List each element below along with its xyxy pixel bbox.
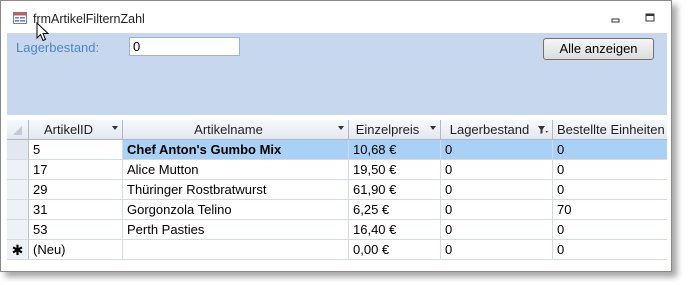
lagerbestand-label: Lagerbestand: [16, 40, 100, 55]
record-selector[interactable] [7, 160, 29, 180]
minimize-icon[interactable] [607, 11, 625, 25]
filter-icon[interactable] [537, 124, 549, 136]
cell-artikelid[interactable]: 31 [29, 200, 123, 220]
lagerbestand-input[interactable] [129, 37, 240, 56]
cell-artikelname-new[interactable] [123, 240, 349, 260]
cell-artikelid[interactable]: 17 [29, 160, 123, 180]
cell-artikelname[interactable]: Chef Anton's Gumbo Mix [123, 140, 349, 160]
form-icon [13, 12, 27, 24]
record-selector[interactable] [7, 220, 29, 240]
show-all-button[interactable]: Alle anzeigen [543, 38, 654, 60]
record-selector[interactable] [7, 140, 29, 160]
table-row[interactable]: 53 Perth Pasties 16,40 € 0 0 [7, 220, 667, 240]
cell-lagerbestand[interactable]: 0 [441, 220, 553, 240]
cell-bestellte-einheiten[interactable]: 0 [553, 180, 667, 200]
column-header-lagerbestand[interactable]: Lagerbestand [441, 120, 553, 140]
cell-bestellte-einheiten[interactable]: 0 [553, 220, 667, 240]
column-header-einzelpreis[interactable]: Einzelpreis [349, 120, 441, 140]
cell-einzelpreis[interactable]: 16,40 € [349, 220, 441, 240]
new-record-star-icon: ✱ [7, 240, 29, 260]
cell-einzelpreis[interactable]: 19,50 € [349, 160, 441, 180]
cell-lagerbestand[interactable]: 0 [441, 160, 553, 180]
record-selector[interactable] [7, 200, 29, 220]
cell-einzelpreis[interactable]: 10,68 € [349, 140, 441, 160]
sort-dropdown-icon[interactable] [338, 126, 344, 130]
new-record-row[interactable]: ✱ (Neu) 0,00 € 0 0 [7, 240, 667, 260]
cell-artikelname[interactable]: Thüringer Rostbratwurst [123, 180, 349, 200]
table-row[interactable]: 17 Alice Mutton 19,50 € 0 0 [7, 160, 667, 180]
table-row[interactable]: 29 Thüringer Rostbratwurst 61,90 € 0 0 [7, 180, 667, 200]
cell-lagerbestand[interactable]: 0 [441, 200, 553, 220]
table-row[interactable]: 31 Gorgonzola Telino 6,25 € 0 70 [7, 200, 667, 220]
header-row: ArtikelID Artikelname Einzelpreis Lagerb… [7, 120, 667, 140]
cell-einzelpreis-new[interactable]: 0,00 € [349, 240, 441, 260]
table-row[interactable]: 5 Chef Anton's Gumbo Mix 10,68 € 0 0 [7, 140, 667, 160]
column-header-bestellte-einheiten[interactable]: Bestellte Einheiten [553, 120, 667, 140]
column-header-artikelname[interactable]: Artikelname [123, 120, 349, 140]
cell-artikelname[interactable]: Perth Pasties [123, 220, 349, 240]
datasheet: ArtikelID Artikelname Einzelpreis Lagerb… [7, 120, 667, 260]
select-all-corner[interactable] [7, 120, 29, 140]
cell-bestellte-einheiten[interactable]: 0 [553, 160, 667, 180]
form-window: frmArtikelFilternZahl Lagerbestand: Alle… [0, 0, 672, 272]
cell-einzelpreis[interactable]: 6,25 € [349, 200, 441, 220]
cell-lagerbestand[interactable]: 0 [441, 140, 553, 160]
cell-bestellte-einheiten[interactable]: 0 [553, 140, 667, 160]
form-header: Lagerbestand: Alle anzeigen [7, 33, 667, 115]
cell-artikelname[interactable]: Gorgonzola Telino [123, 200, 349, 220]
sort-dropdown-icon[interactable] [430, 126, 436, 130]
column-header-artikelid[interactable]: ArtikelID [29, 120, 123, 140]
cell-artikelname[interactable]: Alice Mutton [123, 160, 349, 180]
cell-artikelid[interactable]: 53 [29, 220, 123, 240]
select-all-icon [13, 126, 22, 135]
cell-bestellte-einheiten[interactable]: 70 [553, 200, 667, 220]
sort-dropdown-icon[interactable] [112, 126, 118, 130]
cell-lagerbestand[interactable]: 0 [441, 180, 553, 200]
cell-artikelid[interactable]: 5 [29, 140, 123, 160]
restore-icon[interactable] [641, 11, 659, 25]
record-selector[interactable] [7, 180, 29, 200]
title-bar: frmArtikelFilternZahl [1, 1, 671, 31]
cell-lagerbestand-new[interactable]: 0 [441, 240, 553, 260]
cell-artikelid[interactable]: 29 [29, 180, 123, 200]
mouse-pointer-icon [36, 22, 50, 42]
cell-einzelpreis[interactable]: 61,90 € [349, 180, 441, 200]
cell-bestellte-einheiten-new[interactable]: 0 [553, 240, 667, 260]
cell-artikelid-new[interactable]: (Neu) [29, 240, 123, 260]
